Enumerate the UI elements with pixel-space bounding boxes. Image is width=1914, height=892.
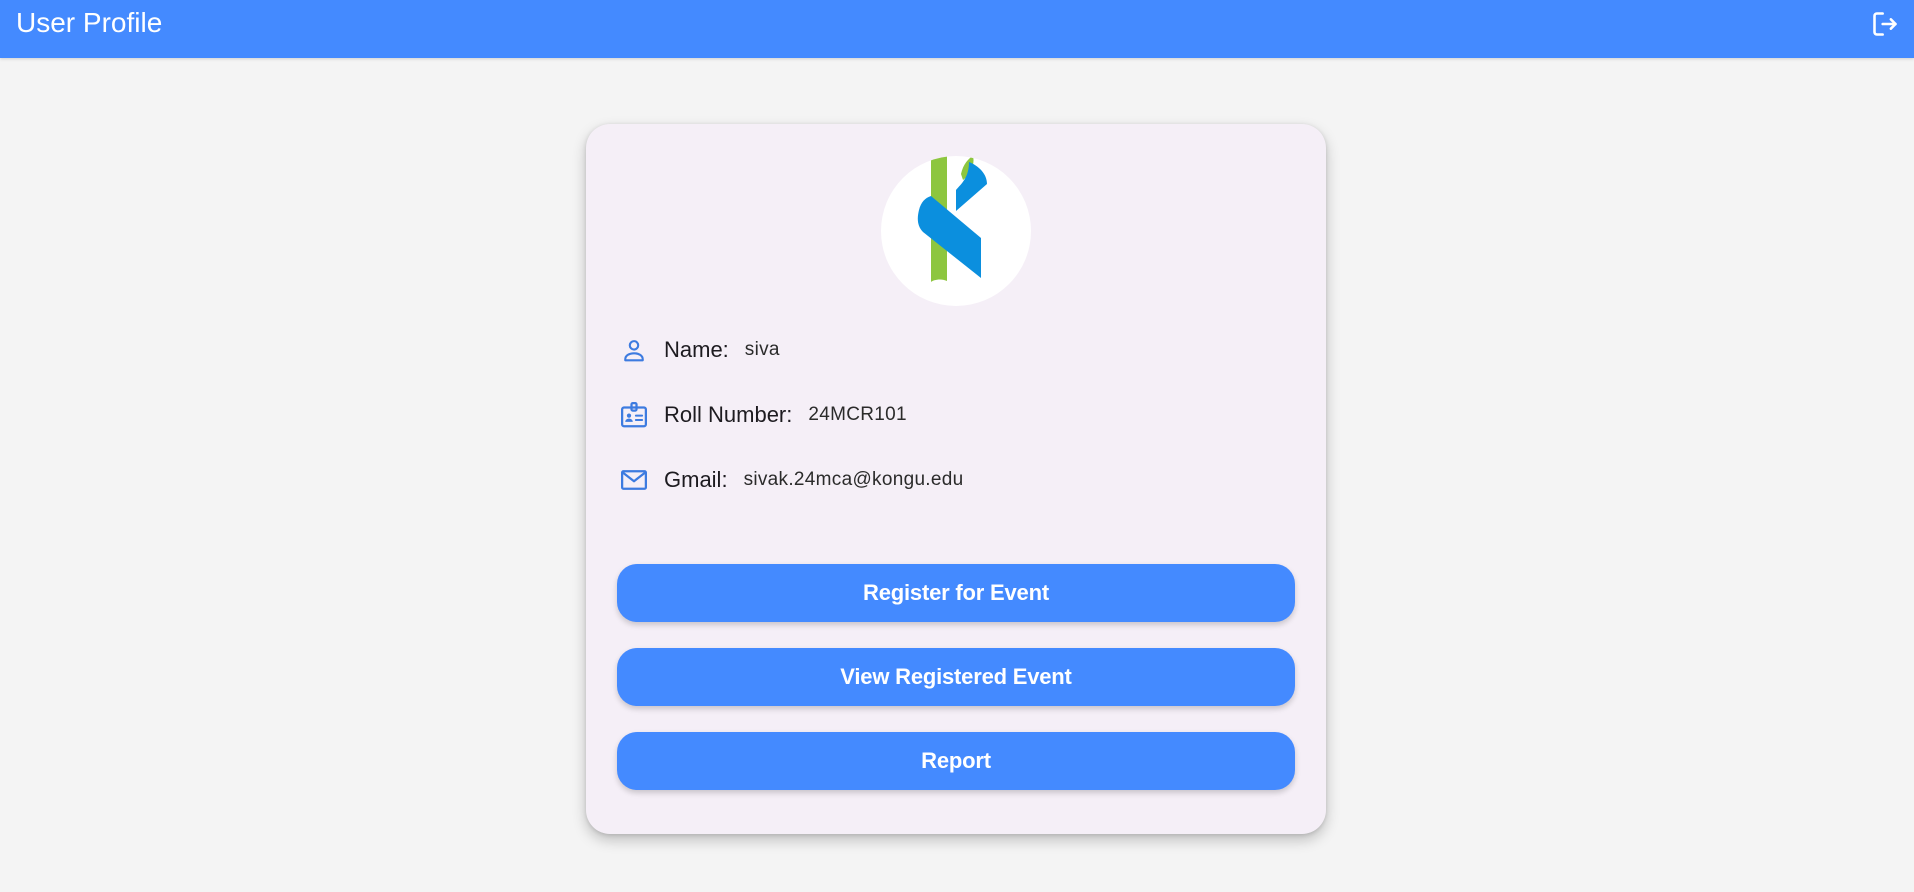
badge-icon — [618, 399, 650, 431]
gmail-label: Gmail: — [664, 467, 728, 492]
roll-number-row: Roll Number: 24MCR101 — [618, 397, 907, 433]
gmail-row: Gmail: sivak.24mca@kongu.edu — [618, 462, 964, 498]
name-label: Name: — [664, 337, 729, 362]
view-registered-event-button[interactable]: View Registered Event — [617, 648, 1295, 706]
app-bar: User Profile — [0, 0, 1914, 58]
register-for-event-button[interactable]: Register for Event — [617, 564, 1295, 622]
kongu-logo-icon — [917, 156, 987, 282]
profile-card: Name: siva Roll Number: 24MCR101 Gmail: … — [586, 124, 1326, 834]
mail-icon — [618, 464, 650, 496]
name-value: siva — [744, 339, 780, 360]
person-icon — [618, 334, 650, 366]
gmail-value: sivak.24mca@kongu.edu — [743, 469, 964, 490]
roll-number-value: 24MCR101 — [808, 404, 907, 425]
report-button[interactable]: Report — [617, 732, 1295, 790]
logout-button[interactable] — [1870, 9, 1900, 39]
roll-number-label: Roll Number: — [664, 402, 793, 427]
avatar — [881, 156, 1031, 306]
logout-icon — [1873, 12, 1897, 36]
name-row: Name: siva — [618, 332, 780, 368]
page-title: User Profile — [16, 7, 163, 38]
